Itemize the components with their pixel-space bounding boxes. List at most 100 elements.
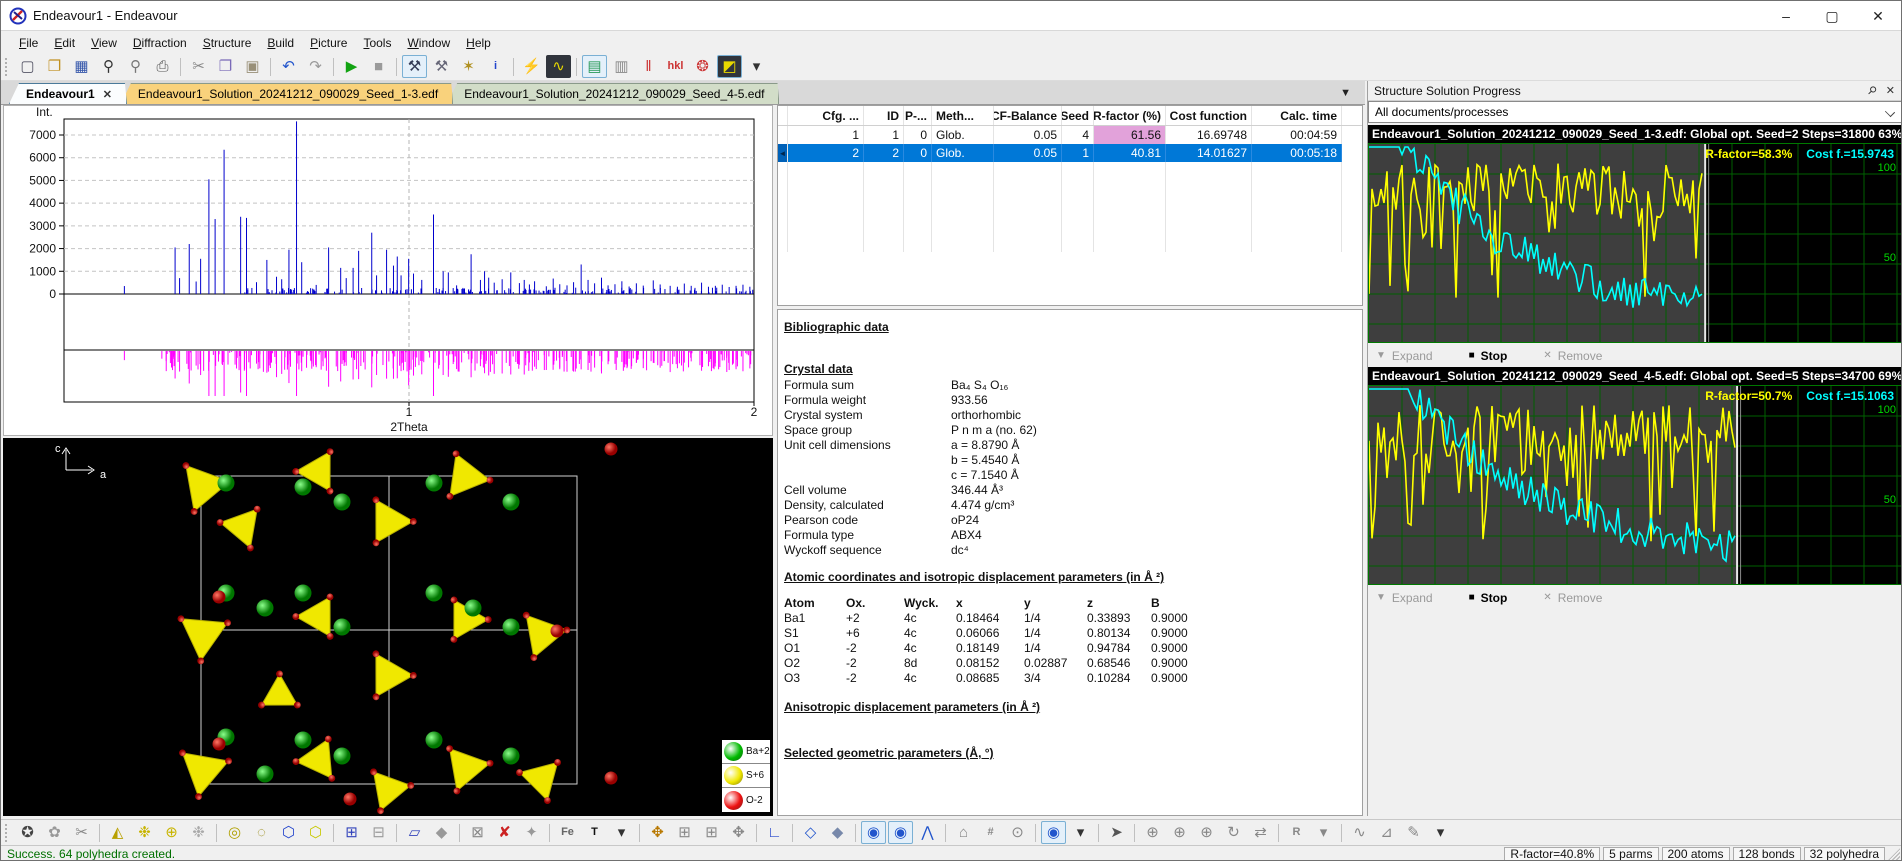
- print-preview-icon[interactable]: ⚲: [123, 55, 148, 78]
- render-sphere2-icon[interactable]: ◉: [888, 821, 913, 844]
- tab-2[interactable]: Endeavour1_Solution_20241212_090029_Seed…: [121, 83, 453, 104]
- process-filter-combobox[interactable]: All documents/processes: [1368, 101, 1902, 123]
- lattice-icon[interactable]: #: [978, 821, 1003, 844]
- save-icon[interactable]: ▦: [69, 55, 94, 78]
- menu-edit[interactable]: Edit: [46, 34, 83, 52]
- text-label-icon[interactable]: T: [582, 821, 607, 844]
- stop-button[interactable]: ■Stop: [1469, 349, 1508, 363]
- tab-1[interactable]: Endeavour1✕: [9, 83, 127, 104]
- menu-diffraction[interactable]: Diffraction: [125, 34, 195, 52]
- render-mode-dropdown-icon[interactable]: ▾: [1068, 821, 1093, 844]
- column-header-1[interactable]: ID: [864, 106, 904, 125]
- minimize-button[interactable]: –: [1763, 1, 1809, 31]
- polyhedra-group-icon[interactable]: ✿: [42, 821, 67, 844]
- menu-tools[interactable]: Tools: [355, 34, 399, 52]
- expand-button[interactable]: ▼Expand: [1376, 349, 1433, 363]
- pack-box-icon[interactable]: ⊠: [465, 821, 490, 844]
- atom-ring-icon[interactable]: ◎: [222, 821, 247, 844]
- crystal-view-icon[interactable]: ◩: [717, 55, 742, 78]
- structure-solution-icon[interactable]: ⚒: [402, 55, 427, 78]
- wire-frame-icon[interactable]: ◇: [798, 821, 823, 844]
- column-header-6[interactable]: R-factor (%): [1094, 106, 1166, 125]
- rotate-z-icon[interactable]: ⊕: [1194, 821, 1219, 844]
- perspective-icon[interactable]: ⌂: [951, 821, 976, 844]
- hexagon-yellow-icon[interactable]: ⬡: [303, 821, 328, 844]
- remove-bonds-icon[interactable]: ✘: [492, 821, 517, 844]
- select-cursor-icon[interactable]: ➤: [1104, 821, 1129, 844]
- render-sphere-icon[interactable]: ◉: [861, 821, 886, 844]
- remove-button[interactable]: ✕Remove: [1543, 591, 1602, 605]
- run-icon[interactable]: ▶: [339, 55, 364, 78]
- column-header-0[interactable]: Cfg. ...: [788, 106, 864, 125]
- stop-solution-icon[interactable]: ■: [366, 55, 391, 78]
- open-file-icon[interactable]: ❐: [42, 55, 67, 78]
- move-atoms-icon[interactable]: ✥: [645, 821, 670, 844]
- split-net-icon[interactable]: ⊟: [366, 821, 391, 844]
- tab-close-icon[interactable]: ✕: [103, 88, 112, 101]
- sort-icon[interactable]: ⚡: [519, 55, 544, 78]
- cut-icon[interactable]: ✂: [186, 55, 211, 78]
- text-report-icon[interactable]: ▥: [609, 55, 634, 78]
- find-icon[interactable]: ⚲: [96, 55, 121, 78]
- toolbar-drag-handle[interactable]: [5, 824, 10, 842]
- new-file-icon[interactable]: ▢: [15, 55, 40, 78]
- bottom-overflow-icon[interactable]: ▾: [1428, 821, 1453, 844]
- remove-button[interactable]: ✕Remove: [1543, 349, 1602, 363]
- hkl-list-icon[interactable]: hkl: [663, 55, 688, 78]
- hexagon-blue-icon[interactable]: ⬡: [276, 821, 301, 844]
- column-header-3[interactable]: Meth...: [932, 106, 994, 125]
- zoom-fit-icon[interactable]: ⊞: [672, 821, 697, 844]
- menu-structure[interactable]: Structure: [195, 34, 260, 52]
- close-button[interactable]: ✕: [1855, 1, 1901, 31]
- pin-icon[interactable]: ⚲: [1864, 83, 1879, 98]
- toolbar-drag-handle[interactable]: [5, 58, 10, 76]
- progress-chart-icon[interactable]: ∿: [546, 55, 571, 78]
- menu-file[interactable]: File: [11, 34, 46, 52]
- cluster-disabled-icon[interactable]: ❉: [186, 821, 211, 844]
- datasheet-icon[interactable]: ▤: [582, 55, 607, 78]
- cell-box-icon[interactable]: ▱: [402, 821, 427, 844]
- panel-close-icon[interactable]: ✕: [1886, 84, 1895, 97]
- molecule-icon[interactable]: ❂: [690, 55, 715, 78]
- resize-grip[interactable]: [1887, 848, 1900, 861]
- copy-icon[interactable]: ❐: [213, 55, 238, 78]
- info-icon[interactable]: i: [483, 55, 508, 78]
- rotate-x-icon[interactable]: ⊕: [1140, 821, 1165, 844]
- add-atom-icon[interactable]: ⊕: [159, 821, 184, 844]
- table-row[interactable]: 110Glob.0.05461.5616.6974800:04:59: [778, 126, 1362, 144]
- paste-icon[interactable]: ▣: [240, 55, 265, 78]
- maximize-button[interactable]: ▢: [1809, 1, 1855, 31]
- print-icon[interactable]: ⎙: [150, 55, 175, 78]
- element-fe-icon[interactable]: Fe: [555, 821, 580, 844]
- polyhedra-pair-icon[interactable]: ✪: [15, 821, 40, 844]
- powder-pattern-icon[interactable]: ‖: [636, 55, 661, 78]
- origin-icon[interactable]: ⊙: [1005, 821, 1030, 844]
- tab-3[interactable]: Endeavour1_Solution_20241212_090029_Seed…: [447, 83, 779, 104]
- tab-overflow-dropdown-icon[interactable]: ▼: [1340, 87, 1351, 99]
- detach-polyhedron-icon[interactable]: ✂: [69, 821, 94, 844]
- wizard-icon[interactable]: ✶: [456, 55, 481, 78]
- fill-polyhedron-icon[interactable]: ◭: [105, 821, 130, 844]
- diamond-icon[interactable]: ◆: [429, 821, 454, 844]
- spike-icon[interactable]: ✦: [519, 821, 544, 844]
- menu-picture[interactable]: Picture: [302, 34, 355, 52]
- flip-icon[interactable]: ⇄: [1248, 821, 1273, 844]
- rotate-y-icon[interactable]: ⊕: [1167, 821, 1192, 844]
- column-header-7[interactable]: Cost function: [1166, 106, 1252, 125]
- spin-icon[interactable]: ↻: [1221, 821, 1246, 844]
- reset-orientation-icon[interactable]: R: [1284, 821, 1309, 844]
- stick-model-icon[interactable]: ◆: [825, 821, 850, 844]
- zoom-extents-icon[interactable]: ⊞: [699, 821, 724, 844]
- menu-help[interactable]: Help: [458, 34, 499, 52]
- column-header-8[interactable]: Calc. time: [1252, 106, 1342, 125]
- net-icon[interactable]: ⊞: [339, 821, 364, 844]
- measure-triangle-icon[interactable]: ⊿: [1374, 821, 1399, 844]
- menu-window[interactable]: Window: [399, 34, 458, 52]
- column-header-5[interactable]: Seed: [1062, 106, 1094, 125]
- undo-icon[interactable]: ↶: [276, 55, 301, 78]
- table-row[interactable]: ◄220Glob.0.05140.8114.0162700:05:18: [778, 144, 1362, 162]
- crystal-structure-view[interactable]: ca Ba+2S+6O-2: [3, 438, 773, 816]
- sulfate-cluster-icon[interactable]: ❉: [132, 821, 157, 844]
- column-header-2[interactable]: P-...: [904, 106, 932, 125]
- refine-icon[interactable]: ⚒: [429, 55, 454, 78]
